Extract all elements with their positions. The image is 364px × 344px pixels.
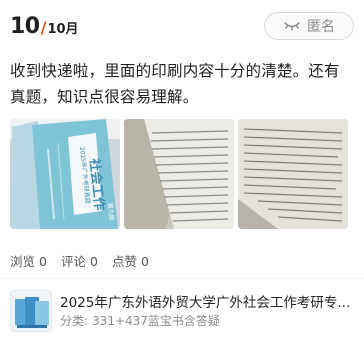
date-separator: / [40,18,47,37]
review-text: 收到快递啦，里面的印刷内容十分的清楚。还有真题，知识点很容易理解。 [10,62,340,106]
review-photo-book-cover[interactable]: 社会工作 2025年广外考研真题 第九版 [10,119,120,229]
comments-count: 0 [89,254,98,269]
likes-stat[interactable]: 点赞 0 [112,251,149,270]
views-count: 0 [39,254,47,269]
likes-count: 0 [140,254,149,269]
product-title: 2025年广东外语外贸大学广外社会工作考研专... [60,295,351,311]
review-photo-book-pages[interactable] [124,119,234,229]
date-day: 10 [10,14,40,39]
comments-label: 评论 [60,254,86,269]
date-month: 10月 [47,22,79,37]
views-stat: 浏览 0 [10,251,47,270]
category-label: 分类: [60,314,89,328]
review-photos: 社会工作 2025年广外考研真题 第九版 [10,119,348,229]
product-category: 分类: 331+437蓝宝书含答疑 [60,312,352,329]
product-card[interactable]: 2025年广东外语外贸大学广外社会工作考研专... 分类: 331+437蓝宝书含… [10,288,354,332]
anonymous-button[interactable]: 匿名 [264,12,354,40]
product-thumbnail [10,290,52,332]
review-header: 10 / 10月 匿名 [0,0,364,52]
likes-label: 点赞 [111,254,137,269]
review-date: 10 / 10月 [10,14,79,39]
anonymous-label: 匿名 [307,19,335,35]
views-label: 浏览 [10,254,36,269]
eye-closed-icon [283,20,301,32]
review-stats: 浏览 0 评论 0 点赞 0 [10,251,149,270]
comments-stat[interactable]: 评论 0 [61,251,98,270]
category-value: 331+437蓝宝书含答疑 [92,314,220,328]
divider [0,278,364,279]
review-photo-book-pages-closeup[interactable] [238,119,348,229]
